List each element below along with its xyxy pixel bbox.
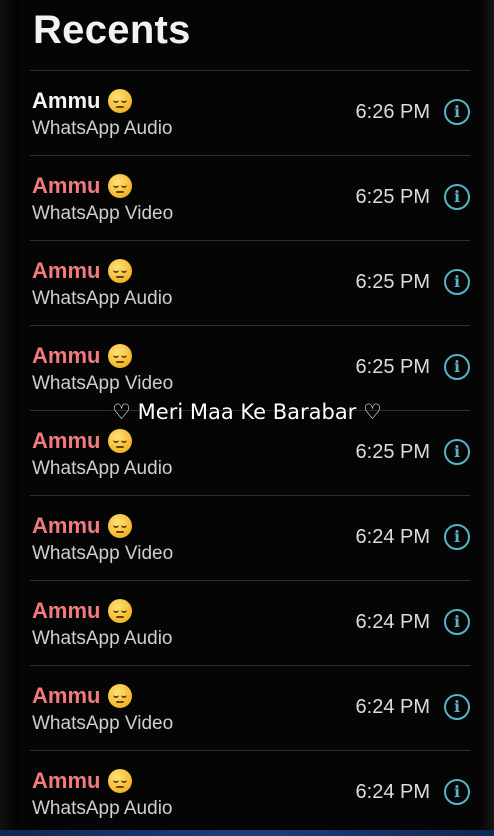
contact-name: Ammu: [32, 683, 101, 708]
info-circle-icon[interactable]: i: [444, 184, 470, 210]
relieved-face-icon: [108, 514, 133, 538]
call-time: 6:25 PM: [355, 356, 430, 378]
contact-line: Ammu: [32, 768, 133, 793]
relieved-face-icon: [108, 429, 133, 453]
call-time: 6:25 PM: [355, 271, 430, 293]
call-time: 6:24 PM: [355, 696, 430, 718]
call-type: WhatsApp Video: [32, 543, 174, 564]
contact-line: Ammu: [32, 258, 133, 283]
info-circle-icon[interactable]: i: [444, 99, 470, 125]
call-type: WhatsApp Video: [32, 373, 174, 394]
contact-line: Ammu: [32, 513, 133, 538]
info-circle-icon[interactable]: i: [444, 354, 470, 380]
bottom-edge: [0, 830, 494, 836]
call-time: 6:24 PM: [355, 781, 430, 803]
frame-edge-left: [0, 0, 18, 836]
call-row[interactable]: Ammu WhatsApp Audio 6:25 PM i: [30, 240, 470, 325]
relieved-face-icon: [108, 89, 133, 113]
info-circle-icon[interactable]: i: [444, 524, 470, 550]
call-row[interactable]: Ammu WhatsApp Video 6:25 PM i: [30, 325, 470, 410]
contact-line: Ammu: [32, 598, 133, 623]
call-row[interactable]: Ammu WhatsApp Audio 6:24 PM i: [30, 750, 470, 835]
call-row[interactable]: Ammu WhatsApp Audio 6:26 PM i: [30, 70, 470, 155]
call-time: 6:25 PM: [355, 186, 430, 208]
relieved-face-icon: [108, 259, 133, 283]
call-time: 6:26 PM: [355, 101, 430, 123]
relieved-face-icon: [108, 599, 133, 623]
contact-line: Ammu: [32, 683, 133, 708]
info-circle-icon[interactable]: i: [444, 694, 470, 720]
relieved-face-icon: [108, 344, 133, 368]
contact-line: Ammu: [32, 173, 133, 198]
contact-name: Ammu: [32, 173, 101, 198]
call-time: 6:24 PM: [355, 611, 430, 633]
call-row[interactable]: Ammu WhatsApp Video 6:24 PM i: [30, 495, 470, 580]
page-title: Recents: [33, 8, 191, 52]
call-row[interactable]: Ammu WhatsApp Video 6:24 PM i: [30, 665, 470, 750]
contact-name: Ammu: [32, 598, 101, 623]
recents-list: Ammu WhatsApp Audio 6:26 PM i Ammu Whats…: [30, 70, 470, 835]
call-type: WhatsApp Video: [32, 203, 174, 224]
contact-line: Ammu: [32, 428, 133, 453]
recents-screen: Recents Ammu WhatsApp Audio 6:26 PM i Am…: [0, 0, 494, 836]
call-row[interactable]: Ammu WhatsApp Video 6:25 PM i: [30, 155, 470, 240]
info-circle-icon[interactable]: i: [444, 779, 470, 805]
call-time: 6:24 PM: [355, 526, 430, 548]
relieved-face-icon: [108, 769, 133, 793]
info-circle-icon[interactable]: i: [444, 439, 470, 465]
contact-name: Ammu: [32, 343, 101, 368]
contact-name: Ammu: [32, 258, 101, 283]
call-row[interactable]: Ammu WhatsApp Audio 6:24 PM i: [30, 580, 470, 665]
call-type: WhatsApp Audio: [32, 118, 173, 139]
contact-name: Ammu: [32, 513, 101, 538]
info-circle-icon[interactable]: i: [444, 269, 470, 295]
call-row[interactable]: Ammu WhatsApp Audio 6:25 PM i: [30, 410, 470, 495]
call-type: WhatsApp Video: [32, 713, 174, 734]
frame-edge-right: [478, 0, 494, 836]
contact-line: Ammu: [32, 343, 133, 368]
call-type: WhatsApp Audio: [32, 288, 173, 309]
relieved-face-icon: [108, 684, 133, 708]
call-type: WhatsApp Audio: [32, 458, 173, 479]
contact-name: Ammu: [32, 88, 101, 113]
info-circle-icon[interactable]: i: [444, 609, 470, 635]
call-type: WhatsApp Audio: [32, 628, 173, 649]
call-type: WhatsApp Audio: [32, 798, 173, 819]
contact-name: Ammu: [32, 428, 101, 453]
call-time: 6:25 PM: [355, 441, 430, 463]
relieved-face-icon: [108, 174, 133, 198]
contact-name: Ammu: [32, 768, 101, 793]
contact-line: Ammu: [32, 88, 133, 113]
